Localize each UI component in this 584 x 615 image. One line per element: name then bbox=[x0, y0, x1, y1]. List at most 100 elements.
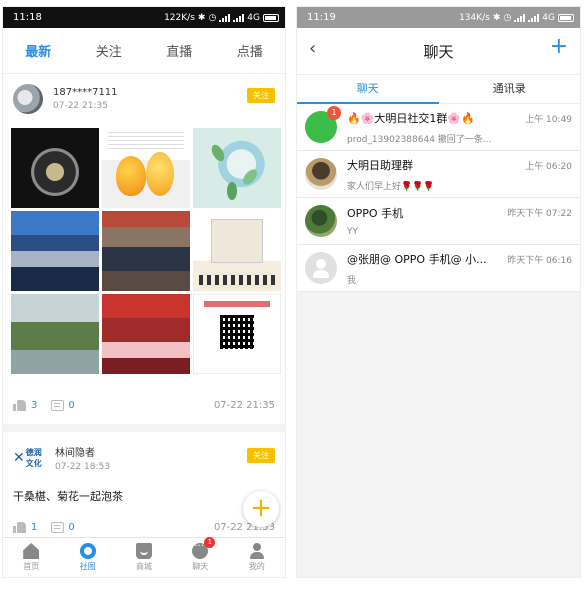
unread-badge: 1 bbox=[327, 106, 341, 120]
tab-chats[interactable]: 聊天 bbox=[297, 75, 439, 104]
follow-button[interactable]: 关注 bbox=[247, 448, 275, 463]
bluetooth-icon: ✱ bbox=[492, 12, 501, 23]
post-actions: 3 0 07-22 21:35 bbox=[13, 386, 275, 424]
signal-icon bbox=[514, 13, 526, 22]
photo-mango[interactable] bbox=[102, 128, 190, 208]
photo-family[interactable] bbox=[102, 294, 190, 374]
post-header: ✕ 德润文化 林间隐者 07-22 18:53 关注 bbox=[13, 444, 275, 472]
photo-watch[interactable] bbox=[11, 128, 99, 208]
comment-button[interactable]: 0 bbox=[51, 521, 75, 533]
battery-icon bbox=[558, 13, 574, 22]
post-header: 187****7111 07-22 21:35 关注 bbox=[13, 84, 275, 114]
bottom-nav: 首页 社图 商城 聊天 1 我的 bbox=[3, 537, 285, 577]
avatar bbox=[305, 158, 337, 190]
follow-button[interactable]: 关注 bbox=[247, 88, 275, 103]
nav-chat[interactable]: 聊天 1 bbox=[180, 537, 220, 572]
status-time: 11:18 bbox=[13, 12, 42, 23]
battery-icon bbox=[263, 13, 279, 22]
community-screen: 11:18 122K/s ✱ ◷ 4G 最新 关注 直播 点播 187****7… bbox=[2, 6, 286, 578]
default-avatar-icon bbox=[305, 252, 337, 284]
chat-name: 🔥🌸大明日社交1群🌸🔥 bbox=[347, 111, 475, 125]
chat-name: @张朋@ OPPO 手机@ 小... bbox=[347, 252, 487, 266]
divider bbox=[3, 424, 285, 432]
status-time: 11:19 bbox=[307, 12, 336, 23]
tab-following[interactable]: 关注 bbox=[88, 35, 130, 66]
photo-qrcode[interactable] bbox=[193, 294, 281, 374]
header: ‹ 聊天 + bbox=[297, 28, 580, 74]
chat-time: 上午 10:49 bbox=[525, 115, 572, 125]
chat-time: 昨天下午 07:22 bbox=[507, 209, 572, 219]
avatar[interactable] bbox=[13, 84, 43, 114]
nav-community[interactable]: 社图 bbox=[68, 543, 108, 572]
list-item[interactable]: 大明日助理群 家人们早上好🌹🌹🌹 上午 06:20 bbox=[297, 151, 580, 198]
thumbs-up-icon bbox=[13, 521, 27, 533]
chat-screen: 11:19 134K/s ✱ ◷ 4G ‹ 聊天 + 聊天 通讯录 1 🔥🌸大明… bbox=[296, 6, 581, 578]
chat-preview: prod_13902388644 撤回了一条... bbox=[347, 134, 492, 145]
list-item[interactable]: @张朋@ OPPO 手机@ 小... 我 昨天下午 06:16 bbox=[297, 245, 580, 292]
post-time: 07-22 18:53 bbox=[55, 462, 110, 472]
chat-time: 上午 06:20 bbox=[525, 162, 572, 172]
like-button[interactable]: 3 bbox=[13, 399, 37, 411]
signal-icon bbox=[219, 13, 231, 22]
community-icon bbox=[79, 543, 96, 559]
photo-book[interactable] bbox=[193, 211, 281, 291]
photo-meeting[interactable] bbox=[102, 211, 190, 291]
avatar[interactable]: ✕ 德润文化 bbox=[13, 448, 47, 468]
signal-icon-2 bbox=[528, 13, 540, 22]
chat-preview: YY bbox=[347, 227, 358, 237]
post-text: 干桑椹、菊花一起泡茶 bbox=[13, 490, 123, 503]
like-count: 1 bbox=[31, 521, 38, 533]
post-author[interactable]: 187****7111 bbox=[53, 87, 118, 98]
network-speed: 122K/s bbox=[164, 12, 195, 23]
comment-count: 0 bbox=[68, 399, 75, 411]
chat-preview: 我 bbox=[347, 275, 357, 286]
comment-count: 0 bbox=[68, 521, 75, 533]
photo-trees[interactable] bbox=[11, 294, 99, 374]
like-button[interactable]: 1 bbox=[13, 521, 37, 533]
tab-vod[interactable]: 点播 bbox=[229, 35, 271, 66]
comment-button[interactable]: 0 bbox=[51, 399, 75, 411]
chat-name: OPPO 手机 bbox=[347, 207, 404, 220]
network-type: 4G bbox=[542, 12, 555, 23]
photo-event[interactable] bbox=[11, 211, 99, 291]
photo-flowers[interactable] bbox=[193, 128, 281, 208]
chat-preview: 家人们早上好🌹🌹🌹 bbox=[347, 181, 435, 192]
feed-post: 187****7111 07-22 21:35 关注 3 0 07-22 21:… bbox=[3, 74, 285, 546]
post-author[interactable]: 林间隐者 bbox=[55, 444, 110, 459]
avatar bbox=[305, 205, 337, 237]
list-item[interactable]: OPPO 手机 YY 昨天下午 07:22 bbox=[297, 198, 580, 245]
chat-tabs: 聊天 通讯录 bbox=[297, 74, 580, 104]
thumbs-up-icon bbox=[13, 399, 27, 411]
add-chat-button[interactable]: + bbox=[550, 34, 568, 59]
tab-contacts[interactable]: 通讯录 bbox=[439, 75, 581, 103]
home-icon bbox=[23, 543, 40, 559]
tab-live[interactable]: 直播 bbox=[158, 35, 200, 66]
network-speed: 134K/s bbox=[459, 12, 490, 23]
shop-icon bbox=[135, 543, 152, 559]
comment-icon bbox=[51, 399, 65, 411]
profile-icon bbox=[249, 543, 264, 559]
like-count: 3 bbox=[31, 399, 38, 411]
chat-time: 昨天下午 06:16 bbox=[507, 256, 572, 266]
unread-badge: 1 bbox=[204, 537, 216, 548]
comment-icon bbox=[51, 521, 65, 533]
nav-shop[interactable]: 商城 bbox=[124, 543, 164, 572]
post-time: 07-22 21:35 bbox=[53, 101, 108, 111]
alarm-icon: ◷ bbox=[503, 12, 512, 23]
feed-tabs: 最新 关注 直播 点播 bbox=[3, 28, 285, 74]
chat-list: 1 🔥🌸大明日社交1群🌸🔥 prod_13902388644 撤回了一条... … bbox=[297, 104, 580, 292]
list-item[interactable]: 1 🔥🌸大明日社交1群🌸🔥 prod_13902388644 撤回了一条... … bbox=[297, 104, 580, 151]
add-post-button[interactable]: + bbox=[243, 491, 279, 527]
nav-profile[interactable]: 我的 bbox=[237, 543, 277, 572]
avatar: 1 bbox=[305, 106, 341, 143]
status-bar: 11:18 122K/s ✱ ◷ 4G bbox=[3, 7, 285, 28]
status-bar: 11:19 134K/s ✱ ◷ 4G bbox=[297, 7, 580, 28]
signal-icon-2 bbox=[233, 13, 245, 22]
network-type: 4G bbox=[247, 12, 260, 23]
page-title: 聊天 bbox=[423, 42, 454, 61]
post-date: 07-22 21:35 bbox=[213, 399, 275, 411]
alarm-icon: ◷ bbox=[208, 12, 217, 23]
tab-latest[interactable]: 最新 bbox=[17, 35, 59, 66]
back-button[interactable]: ‹ bbox=[309, 38, 316, 59]
nav-home[interactable]: 首页 bbox=[11, 543, 51, 572]
